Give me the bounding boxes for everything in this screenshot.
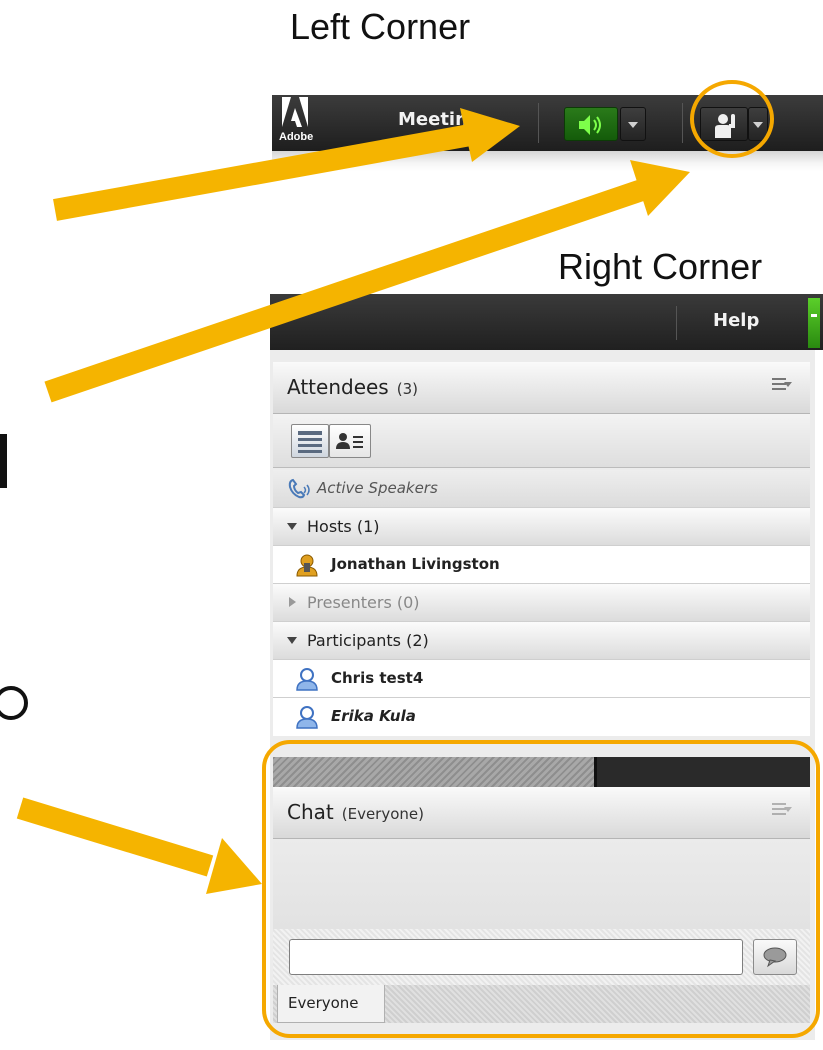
arrow-to-chat-pod: [16, 797, 262, 894]
annotation-arrows: [16, 108, 690, 894]
arrow-to-meeting-menu: [53, 108, 520, 221]
